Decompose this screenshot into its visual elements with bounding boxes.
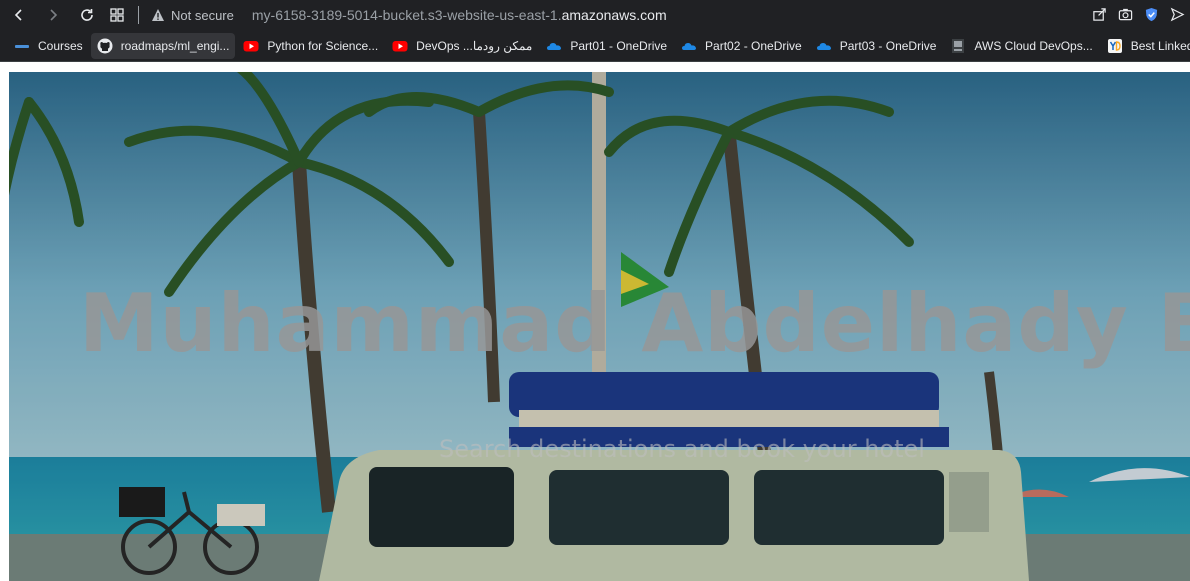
tab-grid-icon xyxy=(110,8,124,22)
onedrive-icon xyxy=(816,38,832,54)
web-page: Muhammad Abdelhady Blog Search destinati… xyxy=(0,63,1190,581)
bookmark-devops[interactable]: DevOps ...ممكن رودما xyxy=(386,33,538,59)
onedrive-icon xyxy=(546,38,562,54)
security-label: Not secure xyxy=(171,7,234,23)
linkedin-summary-icon xyxy=(1107,38,1123,54)
bookmark-label: roadmaps/ml_engi... xyxy=(120,38,230,53)
bookmarks-bar: Courses roadmaps/ml_engi... Python for S… xyxy=(0,30,1190,62)
forward-arrow-icon xyxy=(50,9,58,21)
forward-button[interactable] xyxy=(42,4,64,26)
bookmark-roadmaps[interactable]: roadmaps/ml_engi... xyxy=(90,32,236,59)
bookmark-label: AWS Cloud DevOps... xyxy=(974,38,1093,53)
aws-icon xyxy=(950,38,966,54)
bookmark-courses[interactable]: Courses xyxy=(8,33,89,59)
toolbar-separator xyxy=(138,6,139,24)
toolbar-right-icons xyxy=(1090,5,1186,23)
bookmark-part02[interactable]: Part02 - OneDrive xyxy=(675,33,808,59)
tab-grid-button[interactable] xyxy=(106,4,128,26)
bookmark-label: Best LinkedIn Sum xyxy=(1130,38,1190,53)
onedrive-icon xyxy=(681,38,697,54)
reload-button[interactable] xyxy=(76,4,98,26)
bookmark-label: Part02 - OneDrive xyxy=(705,38,802,53)
back-arrow-icon xyxy=(14,9,22,21)
hero-banner: Muhammad Abdelhady Blog Search destinati… xyxy=(9,72,1190,581)
security-indicator[interactable]: Not secure xyxy=(151,8,234,23)
bookmark-label: Courses xyxy=(38,38,83,53)
youtube-icon xyxy=(243,38,259,54)
bookmark-linkedin-summary[interactable]: Best LinkedIn Sum xyxy=(1101,33,1190,59)
github-icon xyxy=(97,38,113,54)
url-host: amazonaws.com xyxy=(561,7,667,23)
url-path: my-6158-3189-5014-bucket.s3-website-us-e… xyxy=(251,7,562,23)
folder-icon xyxy=(14,38,30,54)
bookmark-label: Part03 - OneDrive xyxy=(839,38,937,53)
hero-title: Muhammad Abdelhady Blog xyxy=(79,277,1190,370)
bookmark-part03[interactable]: Part03 - OneDrive xyxy=(810,33,943,59)
bookmark-python-science[interactable]: Python for Science... xyxy=(237,33,384,59)
send-icon xyxy=(1170,7,1184,21)
address-bar[interactable]: my-6158-3189-5014-bucket.s3-website-us-e… xyxy=(252,7,667,23)
youtube-icon xyxy=(392,38,408,54)
warning-icon xyxy=(152,9,164,21)
camera-icon xyxy=(1118,8,1132,20)
shield-button[interactable] xyxy=(1142,5,1160,23)
bookmark-part01[interactable]: Part01 - OneDrive xyxy=(540,33,673,59)
share-button[interactable] xyxy=(1090,5,1108,23)
shield-icon xyxy=(1145,7,1157,21)
bookmark-label: DevOps ...ممكن رودما xyxy=(416,38,533,53)
bookmark-aws-devops[interactable]: AWS Cloud DevOps... xyxy=(944,33,1098,59)
browser-toolbar: Not secure my-6158-3189-5014-bucket.s3-w… xyxy=(0,0,1190,30)
back-button[interactable] xyxy=(8,4,30,26)
reload-icon xyxy=(81,9,93,21)
screenshot-button[interactable] xyxy=(1116,5,1134,23)
send-button[interactable] xyxy=(1168,5,1186,23)
hero-subtitle: Search destinations and book your hotel xyxy=(439,435,925,463)
bookmark-label: Part01 - OneDrive xyxy=(570,38,668,53)
share-icon xyxy=(1092,7,1106,21)
bookmark-label: Python for Science... xyxy=(267,38,379,53)
